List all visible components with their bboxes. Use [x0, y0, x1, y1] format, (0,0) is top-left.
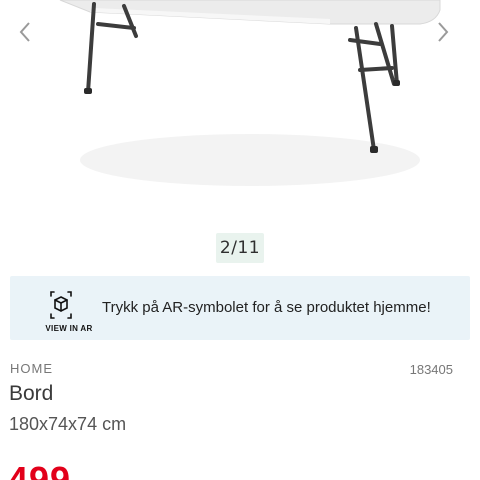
product-image-gallery[interactable] — [0, 0, 480, 228]
view-in-ar-banner[interactable]: VIEW IN AR Trykk på AR-symbolet for å se… — [10, 276, 470, 340]
ar-instruction-text: Trykk på AR-symbolet for å se produktet … — [102, 299, 431, 316]
chevron-left-icon — [19, 22, 30, 42]
chevron-right-icon — [438, 22, 449, 42]
product-page: 2/11 VIEW IN AR Trykk på AR-symbolet for… — [0, 0, 480, 480]
next-image-button[interactable] — [436, 20, 460, 48]
product-price: 499 — [8, 459, 72, 480]
product-title: Bord — [9, 382, 54, 405]
product-brand: HOME — [10, 361, 53, 376]
product-sku: 183405 — [409, 362, 453, 377]
product-image-folding-table — [59, 0, 441, 186]
previous-image-button[interactable] — [18, 20, 42, 48]
ar-label: VIEW IN AR — [45, 324, 93, 333]
product-dimensions: 180x74x74 cm — [9, 414, 127, 434]
image-counter: 2/11 — [216, 233, 264, 263]
ar-cube-icon — [50, 291, 72, 319]
